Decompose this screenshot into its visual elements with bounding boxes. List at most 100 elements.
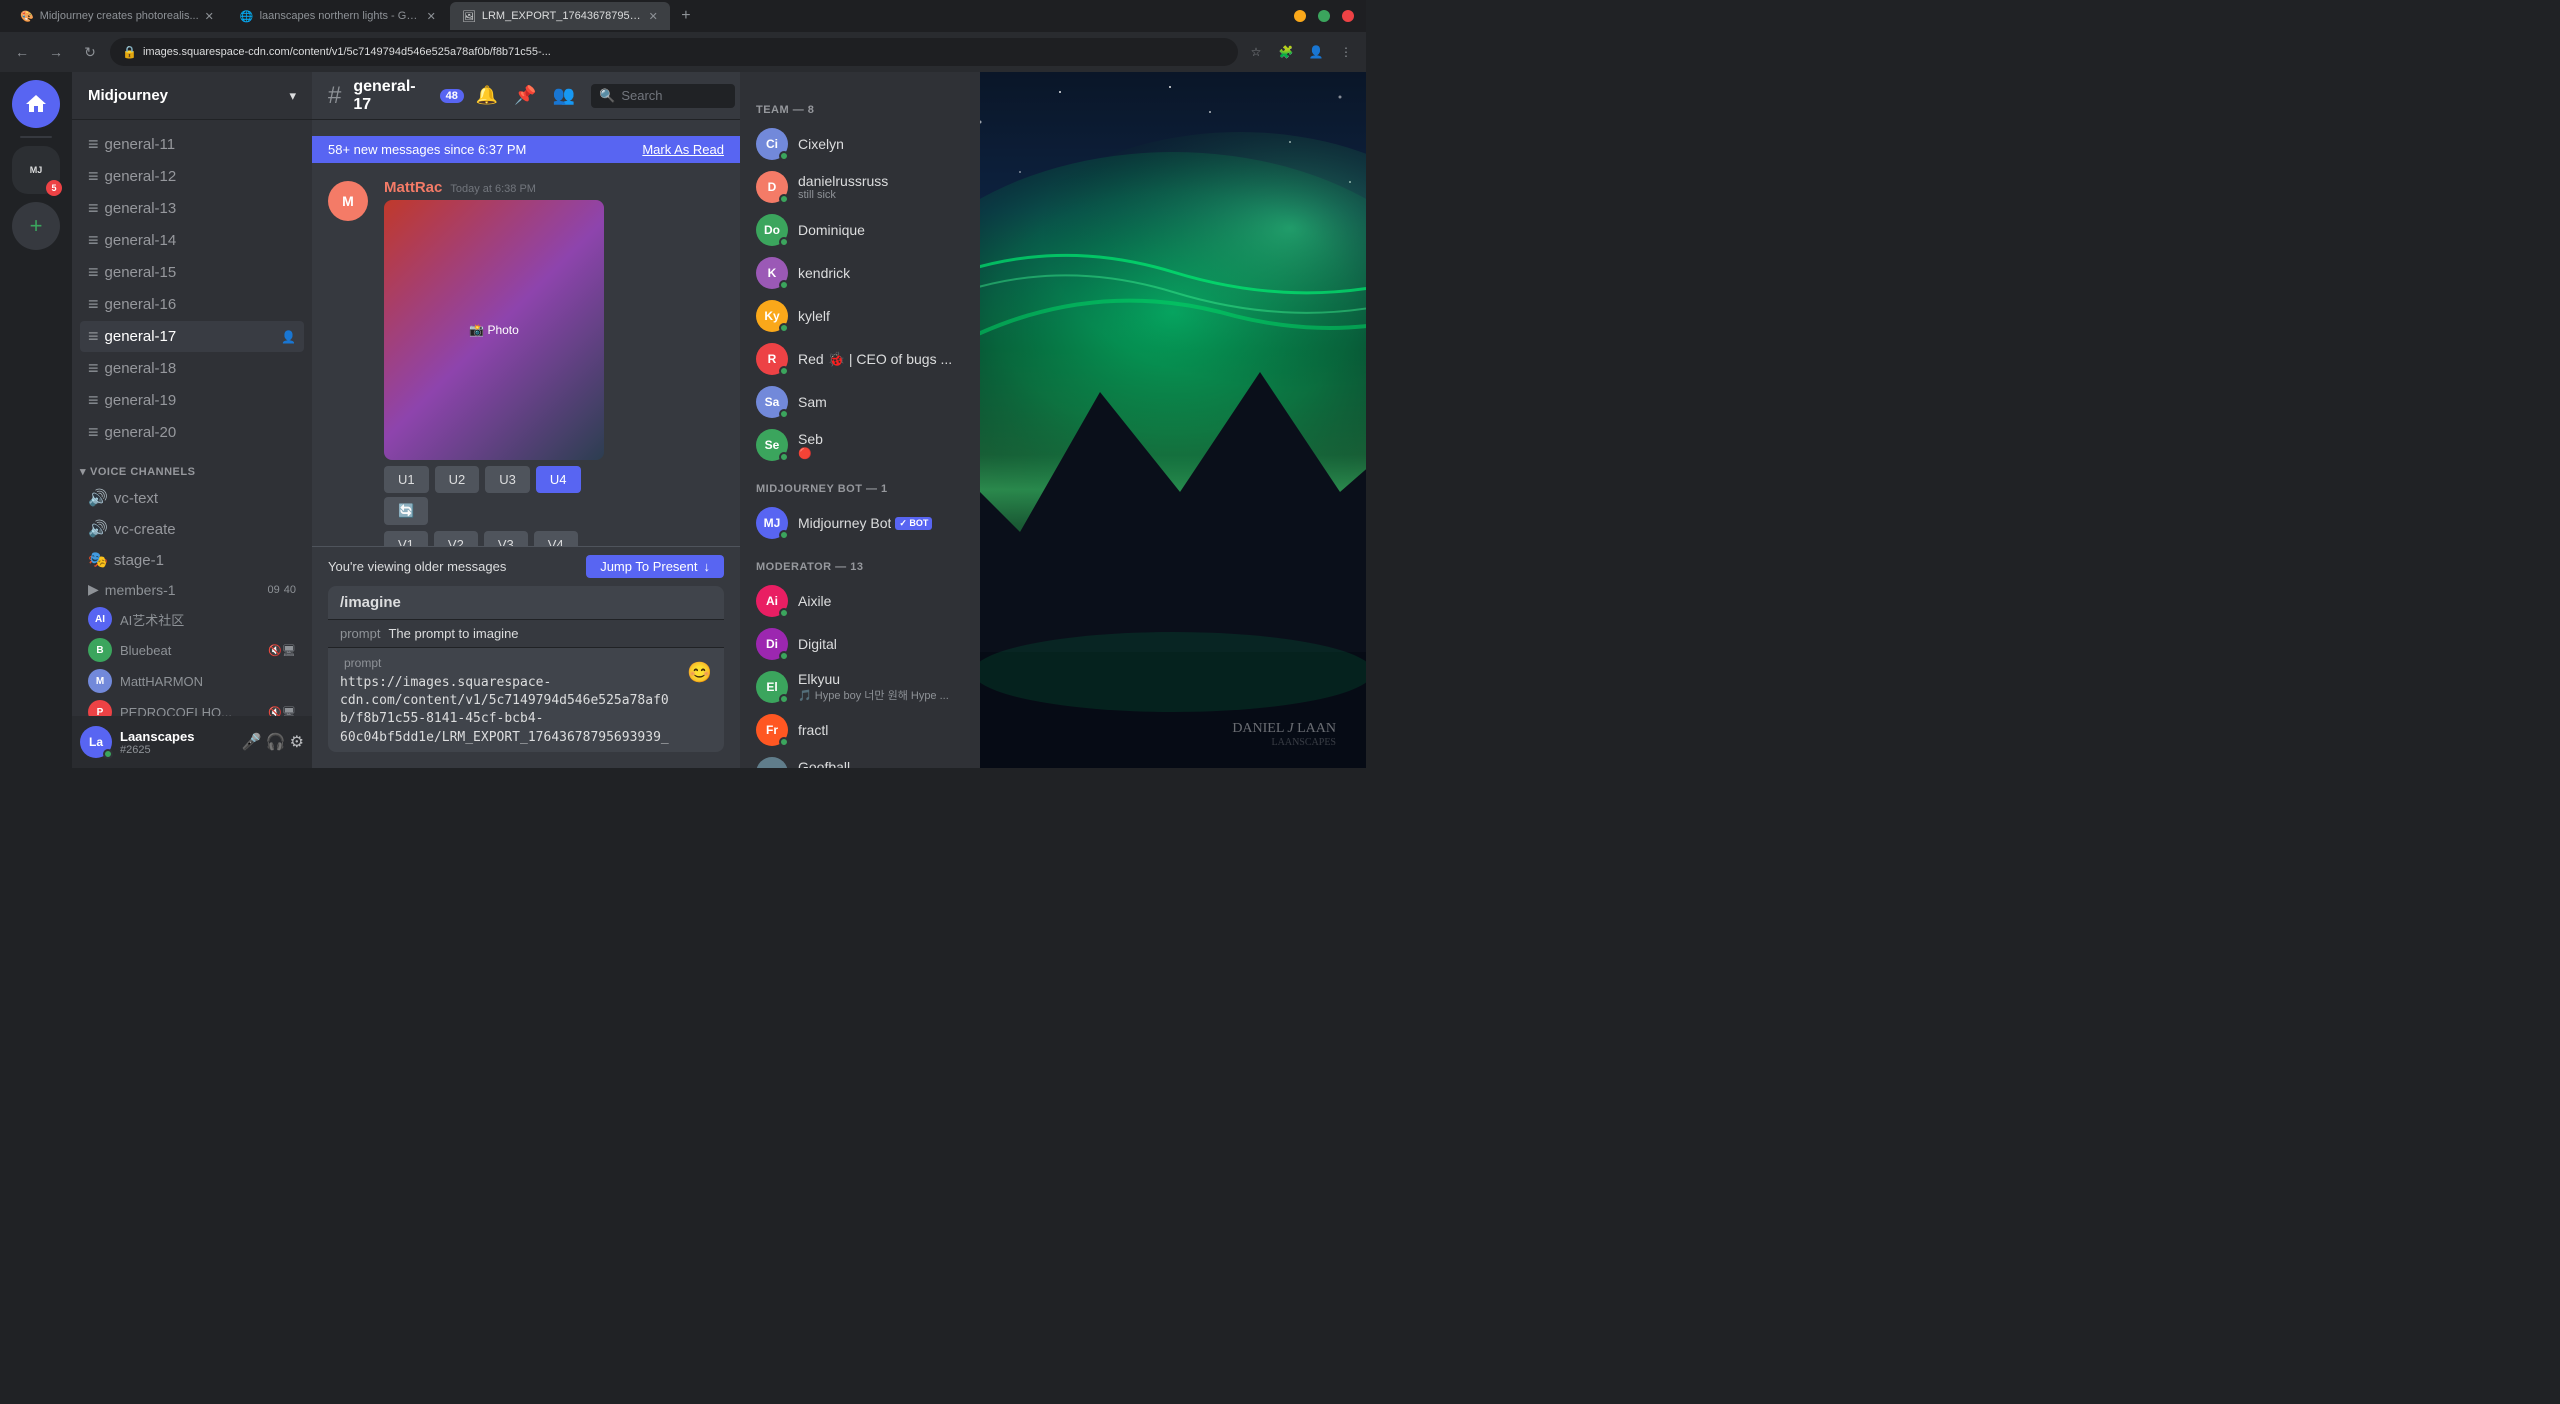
channel-item-general-11[interactable]: ≡ general-11 xyxy=(80,129,304,160)
channel-item-vc-text[interactable]: 🔊 vc-text xyxy=(80,483,304,513)
u3-button[interactable]: U3 xyxy=(485,466,530,493)
member-kendrick[interactable]: K kendrick xyxy=(748,252,972,294)
member-cixelyn[interactable]: Ci Cixelyn xyxy=(748,123,972,165)
channel-item-stage-1[interactable]: 🎭 stage-1 xyxy=(80,545,304,575)
bookmark-icon[interactable]: ☆ xyxy=(1244,40,1268,64)
mic-icon[interactable]: 🎤 xyxy=(242,732,262,752)
voice-user-bluebeat[interactable]: B Bluebeat 🔇🖥 xyxy=(80,635,304,665)
tab-close-2[interactable]: ✕ xyxy=(427,10,436,23)
member-dominique[interactable]: Do Dominique xyxy=(748,209,972,251)
avatar-cixelyn: Ci xyxy=(756,128,788,160)
member-red-ceo[interactable]: R Red 🐞 | CEO of bugs ... xyxy=(748,338,972,380)
refresh-button-msg[interactable]: 🔄 xyxy=(384,497,428,525)
member-aixile[interactable]: Ai Aixile xyxy=(748,580,972,622)
address-text: images.squarespace-cdn.com/content/v1/5c… xyxy=(143,46,551,58)
address-bar[interactable]: 🔒 images.squarespace-cdn.com/content/v1/… xyxy=(110,38,1238,66)
mark-as-read-button[interactable]: Mark As Read xyxy=(642,142,724,157)
channel-item-general-20[interactable]: ≡ general-20 xyxy=(80,417,304,448)
messages-area[interactable]: 58+ new messages since 6:37 PM Mark As R… xyxy=(312,120,740,546)
v4-button[interactable]: V4 xyxy=(534,531,578,546)
channel-item-general-19[interactable]: ≡ general-19 xyxy=(80,385,304,416)
back-button[interactable]: ← xyxy=(8,38,36,66)
voice-channels-category[interactable]: ▾ VOICE CHANNELS xyxy=(72,449,312,482)
new-messages-banner[interactable]: 58+ new messages since 6:37 PM Mark As R… xyxy=(312,136,740,163)
v2-button[interactable]: V2 xyxy=(434,531,478,546)
channel-item-general-15[interactable]: ≡ general-15 xyxy=(80,257,304,288)
selfie-image[interactable]: 📸 Photo xyxy=(384,200,604,460)
new-tab-button[interactable]: + xyxy=(672,2,700,30)
people-icon[interactable]: 👥 xyxy=(553,85,575,106)
u2-button[interactable]: U2 xyxy=(435,466,480,493)
channel-item-general-14[interactable]: ≡ general-14 xyxy=(80,225,304,256)
member-seb[interactable]: Se Seb 🔴 xyxy=(748,424,972,466)
profile-icon[interactable]: 👤 xyxy=(1304,40,1328,64)
user-bottom-name: Laanscapes xyxy=(120,729,234,744)
channel-item-general-12[interactable]: ≡ general-12 xyxy=(80,161,304,192)
u1-button[interactable]: U1 xyxy=(384,466,429,493)
jump-to-present-label: Jump To Present xyxy=(600,559,697,574)
window-minimize[interactable] xyxy=(1294,10,1306,22)
prompt-input-field[interactable]: https://images.squarespace-cdn.com/conte… xyxy=(340,674,675,744)
refresh-button[interactable]: ↻ xyxy=(76,38,104,66)
emoji-picker-icon[interactable]: 😊 xyxy=(687,660,712,685)
window-close[interactable] xyxy=(1342,10,1354,22)
pin-icon[interactable]: 📌 xyxy=(514,85,536,106)
status-elkyuu xyxy=(779,694,789,704)
channel-item-general-13[interactable]: ≡ general-13 xyxy=(80,193,304,224)
add-server-button[interactable]: + xyxy=(12,202,60,250)
search-bar[interactable]: 🔍 Search xyxy=(591,84,735,108)
browser-tab-1[interactable]: 🎨 Midjourney creates photorealis... ✕ xyxy=(8,2,226,30)
tab-close-3[interactable]: ✕ xyxy=(649,10,658,23)
browser-tab-2[interactable]: 🌐 laanscapes northern lights - Goo... ✕ xyxy=(228,2,448,30)
window-maximize[interactable] xyxy=(1318,10,1330,22)
avatar-fractl: Fr xyxy=(756,714,788,746)
voice-user-pedro[interactable]: P PEDROCOELHO... 🔇🖥 xyxy=(80,697,304,716)
status-daniel xyxy=(779,194,789,204)
channel-name-general-20: general-20 xyxy=(105,424,177,441)
channel-item-general-17[interactable]: ≡ general-17 👤 xyxy=(80,321,304,352)
member-fractl[interactable]: Fr fractl xyxy=(748,709,972,751)
headphone-icon[interactable]: 🎧 xyxy=(266,732,286,752)
channel-item-vc-create[interactable]: 🔊 vc-create xyxy=(80,514,304,544)
member-digital[interactable]: Di Digital xyxy=(748,623,972,665)
settings-icon[interactable]: ⚙ xyxy=(290,732,304,752)
voice-user-ai[interactable]: AI AI艺术社区 xyxy=(80,604,304,634)
user-bottom-avatar: La xyxy=(80,726,112,758)
v3-button[interactable]: V3 xyxy=(484,531,528,546)
member-goofball[interactable]: Go Goofball They're made out of meat. xyxy=(748,752,972,768)
user-bottom-bar: La Laanscapes #2625 🎤 🎧 ⚙ xyxy=(72,716,312,768)
member-danielrussruss[interactable]: D danielrussruss still sick xyxy=(748,166,972,208)
v1-button[interactable]: V1 xyxy=(384,531,428,546)
extensions-icon[interactable]: 🧩 xyxy=(1274,40,1298,64)
member-group-1[interactable]: ▶ members-1 09 40 xyxy=(80,576,304,603)
server-header[interactable]: Midjourney ▾ xyxy=(72,72,312,120)
bot-badge-sidebar: ✓ BOT xyxy=(895,517,932,530)
search-placeholder: Search xyxy=(621,88,662,103)
member-info-cixelyn: Cixelyn xyxy=(798,136,964,152)
image-action-row-1: U1 U2 U3 U4 xyxy=(384,466,724,493)
voice-user-avatar-ai: AI xyxy=(88,607,112,631)
notification-icon[interactable]: 🔔 xyxy=(476,85,498,106)
avatar-digital: Di xyxy=(756,628,788,660)
jump-to-present-button[interactable]: Jump To Present ↓ xyxy=(586,555,724,578)
browser-tab-3[interactable]: 🖼 LRM_EXPORT_1764367879569... ✕ xyxy=(450,2,670,30)
member-sam[interactable]: Sa Sam xyxy=(748,381,972,423)
u4-button[interactable]: U4 xyxy=(536,466,581,493)
channel-item-general-18[interactable]: ≡ general-18 xyxy=(80,353,304,384)
avatar-mattrac[interactable]: M xyxy=(328,181,368,221)
username-mattrac[interactable]: MattRac xyxy=(384,179,442,196)
member-kylelf[interactable]: Ky kylelf xyxy=(748,295,972,337)
channel-item-general-16[interactable]: ≡ general-16 xyxy=(80,289,304,320)
member-elkyuu[interactable]: El Elkyuu 🎵 Hype boy 너만 원해 Hype ... xyxy=(748,666,972,708)
discord-home-button[interactable] xyxy=(12,80,60,128)
mute-icon: 🔇🖥 xyxy=(268,644,296,657)
voice-user-matt[interactable]: M MattHARMON xyxy=(80,666,304,696)
member-name-cixelyn: Cixelyn xyxy=(798,136,964,152)
forward-button[interactable]: → xyxy=(42,38,70,66)
tab-close-1[interactable]: ✕ xyxy=(205,10,214,23)
member-mjbot[interactable]: MJ Midjourney Bot ✓ BOT xyxy=(748,502,972,544)
avatar-dominique: Do xyxy=(756,214,788,246)
midjourney-server-icon[interactable]: MJ 5 xyxy=(12,146,60,194)
menu-icon[interactable]: ⋮ xyxy=(1334,40,1358,64)
channel-name-general-12: general-12 xyxy=(105,168,177,185)
